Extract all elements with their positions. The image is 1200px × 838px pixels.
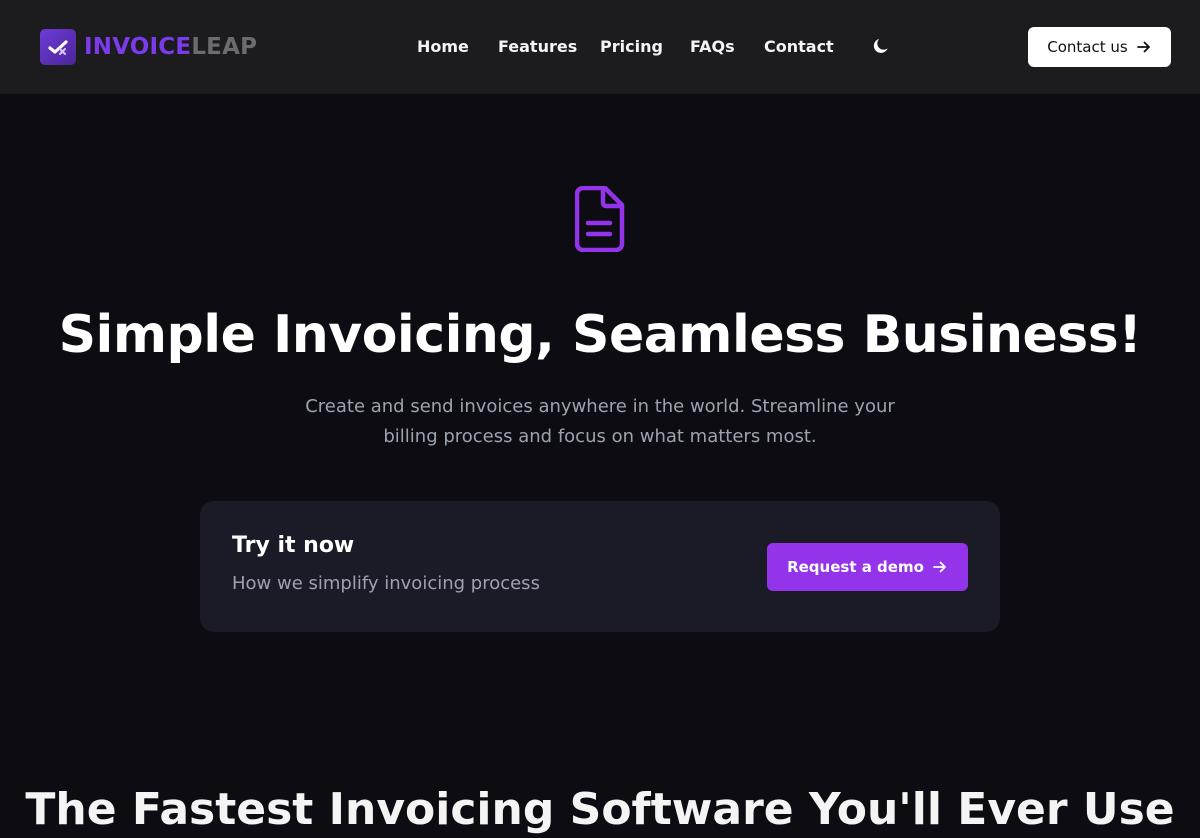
contact-us-button[interactable]: Contact us — [1028, 27, 1171, 67]
request-demo-button[interactable]: Request a demo — [767, 543, 968, 591]
theme-toggle-button[interactable] — [868, 32, 894, 60]
arrow-right-icon — [1136, 41, 1150, 53]
main-nav: Home Features Pricing FAQs Contact — [0, 34, 1200, 60]
features-section-heading: The Fastest Invoicing Software You'll Ev… — [25, 784, 1175, 835]
request-demo-label: Request a demo — [787, 558, 924, 576]
cta-subtitle: How we simplify invoicing process — [232, 573, 540, 594]
moon-icon — [873, 38, 888, 53]
hero-subtitle: Create and send invoices anywhere in the… — [260, 392, 940, 452]
try-it-card: Try it now How we simplify invoicing pro… — [200, 501, 1000, 632]
nav-link-pricing[interactable]: Pricing — [600, 34, 663, 60]
nav-link-home[interactable]: Home — [417, 34, 469, 60]
cta-title: Try it now — [232, 533, 355, 558]
hero-subtitle-line2: billing process and focus on what matter… — [383, 426, 817, 447]
hero-subtitle-line1: Create and send invoices anywhere in the… — [305, 396, 895, 417]
document-icon — [574, 185, 625, 256]
navbar: INVOICELEAP Home Features Pricing FAQs C… — [0, 0, 1200, 94]
contact-us-label: Contact us — [1047, 38, 1128, 56]
nav-link-contact[interactable]: Contact — [764, 34, 834, 60]
nav-link-faqs[interactable]: FAQs — [690, 34, 735, 60]
nav-link-features[interactable]: Features — [498, 34, 577, 60]
hero-title: Simple Invoicing, Seamless Business! — [58, 305, 1142, 365]
arrow-right-icon — [933, 561, 946, 573]
